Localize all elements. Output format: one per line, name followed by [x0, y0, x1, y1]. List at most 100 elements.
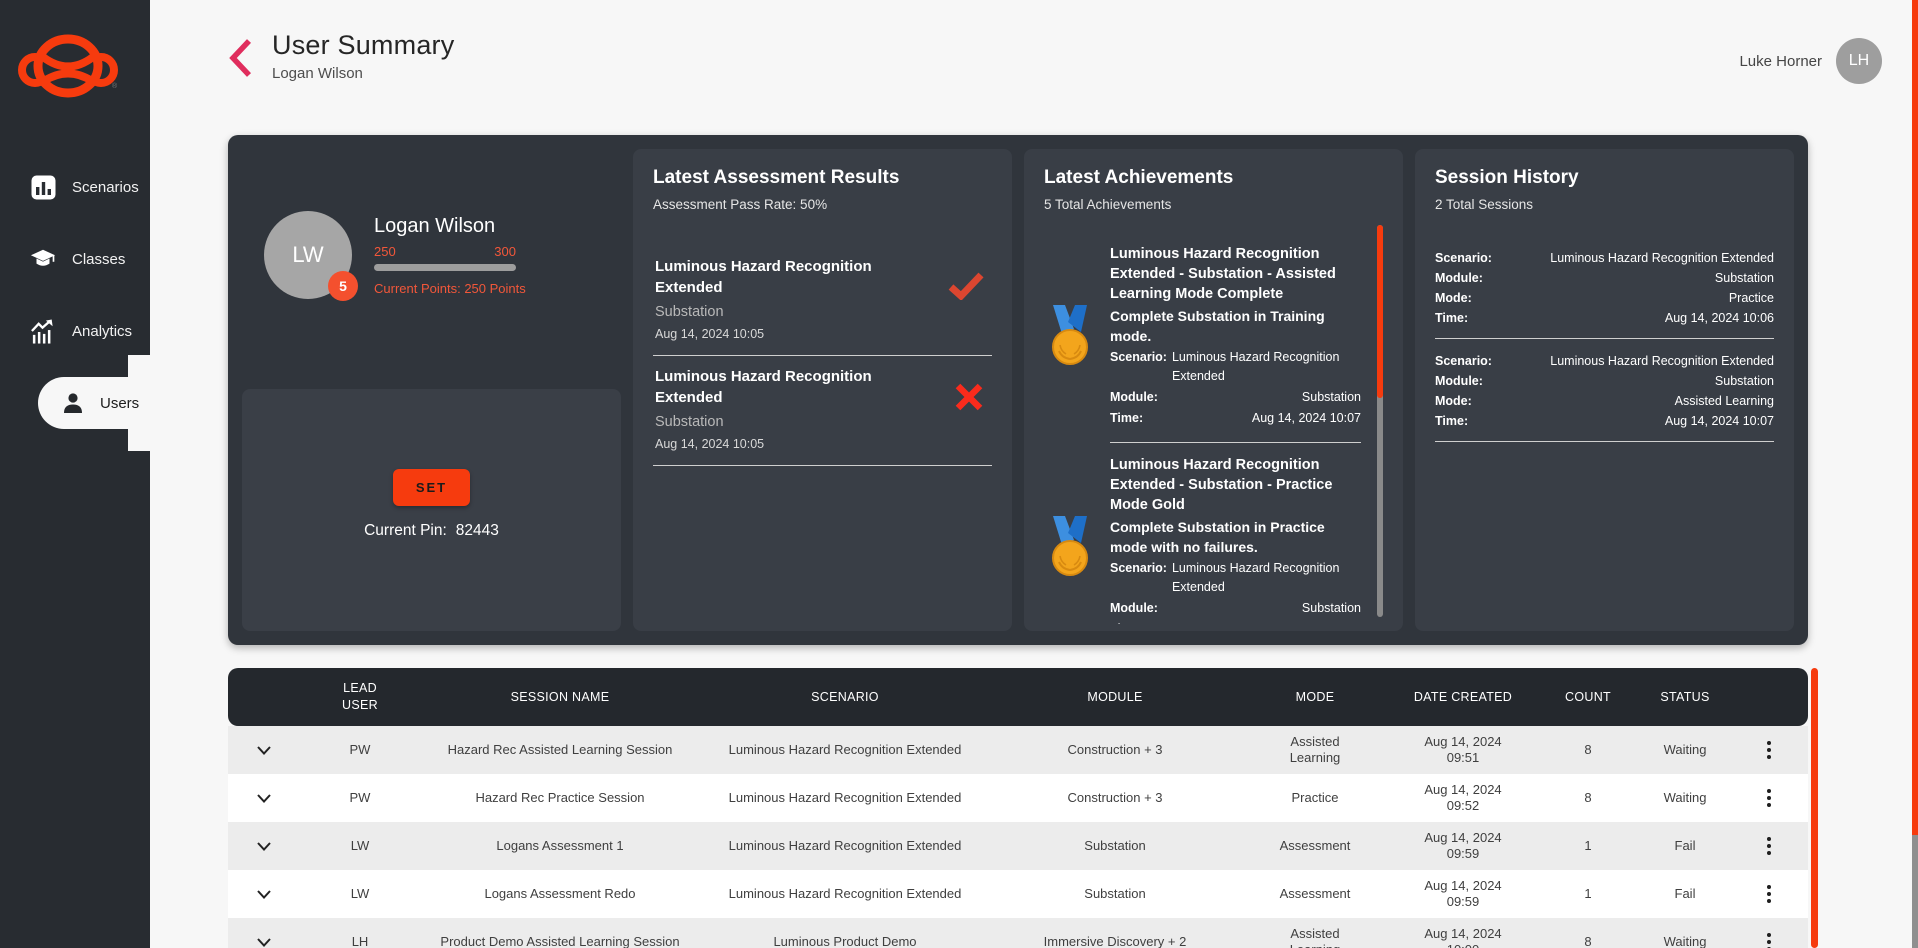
cell-count: 8: [1536, 934, 1640, 948]
kebab-icon: [1767, 741, 1771, 759]
assessment-pass-rate: Assessment Pass Rate: 50%: [653, 197, 992, 212]
back-chevron-icon: [228, 38, 254, 78]
row-menu-button[interactable]: [1730, 741, 1808, 759]
chevron-down-icon: [257, 938, 271, 947]
session-history-list: Scenario: Luminous Hazard Recognition Ex…: [1435, 248, 1774, 442]
sidebar: ® Scenarios Classes: [0, 0, 150, 948]
cell-scenario: Luminous Hazard Recognition Extended: [700, 838, 990, 854]
row-expand-button[interactable]: [228, 890, 300, 899]
gold-medal-icon: [1044, 244, 1096, 428]
session-module: Substation: [1715, 371, 1774, 391]
divider: [1435, 441, 1774, 442]
session-history-total: 2 Total Sessions: [1435, 197, 1774, 212]
avatar[interactable]: LH: [1836, 38, 1882, 84]
scenario-label: Scenario:: [1110, 348, 1167, 386]
row-menu-button[interactable]: [1730, 933, 1808, 948]
cell-session-name: Hazard Rec Assisted Learning Session: [420, 742, 700, 758]
kebab-icon: [1767, 789, 1771, 807]
table-row[interactable]: LW Logans Assessment Redo Luminous Hazar…: [228, 870, 1808, 918]
cell-mode: Assisted Learning: [1240, 926, 1390, 948]
cell-status: Waiting: [1640, 934, 1730, 948]
assessment-entry: Luminous Hazard Recognition Extended Sub…: [653, 246, 992, 355]
cell-status: Fail: [1640, 886, 1730, 902]
col-count: COUNT: [1536, 689, 1640, 706]
achievement-module: Substation: [1163, 388, 1361, 407]
page-scrollbar[interactable]: [1912, 0, 1918, 948]
sidebar-item-users[interactable]: Users: [38, 377, 150, 429]
cell-count: 8: [1536, 790, 1640, 806]
table-row[interactable]: PW Hazard Rec Practice Session Luminous …: [228, 774, 1808, 822]
row-menu-button[interactable]: [1730, 789, 1808, 807]
profile-column: LW 5 Logan Wilson 250 300 Current Points…: [242, 149, 621, 631]
table-row[interactable]: LH Product Demo Assisted Learning Sessio…: [228, 918, 1808, 948]
session-time: Aug 14, 2024 10:07: [1665, 411, 1774, 431]
table-row[interactable]: LW Logans Assessment 1 Luminous Hazard R…: [228, 822, 1808, 870]
row-expand-button[interactable]: [228, 746, 300, 755]
table-scrollbar[interactable]: [1811, 668, 1818, 948]
row-menu-button[interactable]: [1730, 837, 1808, 855]
achievements-scrollbar-thumb[interactable]: [1377, 225, 1383, 398]
module-label: Module:: [1110, 388, 1158, 407]
assessment-title: Luminous Hazard Recognition Extended: [655, 256, 885, 298]
profile-info: Logan Wilson 250 300 Current Points: 250…: [374, 215, 516, 296]
table-header: LEAD USER SESSION NAME SCENARIO MODULE M…: [228, 668, 1808, 726]
module-label: Module:: [1110, 599, 1158, 618]
cell-date-created: Aug 14, 2024 09:59: [1390, 878, 1536, 910]
cell-module: Substation: [990, 886, 1240, 902]
cell-count: 1: [1536, 838, 1640, 854]
brand-logo: ®: [0, 0, 150, 111]
set-pin-button[interactable]: SET: [393, 469, 470, 506]
sidebar-item-classes[interactable]: Classes: [0, 233, 150, 285]
achievement-scenario: Luminous Hazard Recognition Extended: [1172, 559, 1361, 597]
pin-label: Current Pin:: [364, 522, 447, 539]
gold-medal-icon: [1044, 455, 1096, 624]
page-header: User Summary Logan Wilson Luke Horner LH: [150, 0, 1918, 84]
cell-scenario: Luminous Hazard Recognition Extended: [700, 742, 990, 758]
cell-lead-user: PW: [300, 742, 420, 758]
session-scenario: Luminous Hazard Recognition Extended: [1550, 248, 1774, 268]
cell-module: Immersive Discovery + 2: [990, 934, 1240, 948]
achievement-title: Luminous Hazard Recognition Extended - S…: [1110, 455, 1361, 515]
assessment-module: Substation: [655, 304, 948, 320]
kebab-icon: [1767, 837, 1771, 855]
col-lead-user: LEAD USER: [300, 680, 420, 714]
graduation-cap-icon: [30, 246, 56, 272]
table-row[interactable]: PW Hazard Rec Assisted Learning Session …: [228, 726, 1808, 774]
cell-session-name: Logans Assessment Redo: [420, 886, 700, 902]
svg-text:®: ®: [112, 82, 118, 90]
fail-x-icon: [954, 382, 984, 417]
cell-date-created: Aug 14, 2024 09:52: [1390, 782, 1536, 814]
points-current: 250: [374, 244, 396, 259]
chevron-down-icon: [257, 794, 271, 803]
row-expand-button[interactable]: [228, 938, 300, 947]
cell-mode: Practice: [1240, 790, 1390, 806]
achievements-list[interactable]: Luminous Hazard Recognition Extended - S…: [1044, 232, 1383, 624]
achievement-time: Aug 14, 2024 10:06: [1148, 620, 1361, 624]
page-subtitle: Logan Wilson: [272, 65, 454, 82]
sidebar-item-analytics[interactable]: Analytics: [0, 305, 150, 357]
cell-lead-user: LW: [300, 838, 420, 854]
user-summary-panel: LW 5 Logan Wilson 250 300 Current Points…: [228, 135, 1808, 645]
col-mode: MODE: [1240, 689, 1390, 706]
kebab-icon: [1767, 933, 1771, 948]
col-module: MODULE: [990, 689, 1240, 706]
cell-session-name: Product Demo Assisted Learning Session: [420, 934, 700, 948]
sidebar-item-label: Users: [100, 395, 139, 412]
cell-date-created: Aug 14, 2024 10:00: [1390, 926, 1536, 948]
mode-label: Mode:: [1435, 391, 1472, 411]
time-label: Time:: [1110, 409, 1143, 428]
scenarios-icon: [30, 174, 56, 200]
row-expand-button[interactable]: [228, 794, 300, 803]
time-label: Time:: [1110, 620, 1143, 624]
cell-module: Construction + 3: [990, 742, 1240, 758]
row-menu-button[interactable]: [1730, 885, 1808, 903]
row-expand-button[interactable]: [228, 842, 300, 851]
assessment-title: Luminous Hazard Recognition Extended: [655, 366, 885, 408]
page-scrollbar-thumb[interactable]: [1912, 0, 1918, 835]
achievements-total: 5 Total Achievements: [1044, 197, 1383, 212]
achievements-scrollbar[interactable]: [1377, 225, 1383, 617]
back-button[interactable]: [228, 38, 254, 83]
current-pin: Current Pin:82443: [364, 522, 499, 540]
cell-scenario: Luminous Hazard Recognition Extended: [700, 886, 990, 902]
sidebar-item-scenarios[interactable]: Scenarios: [0, 161, 150, 213]
